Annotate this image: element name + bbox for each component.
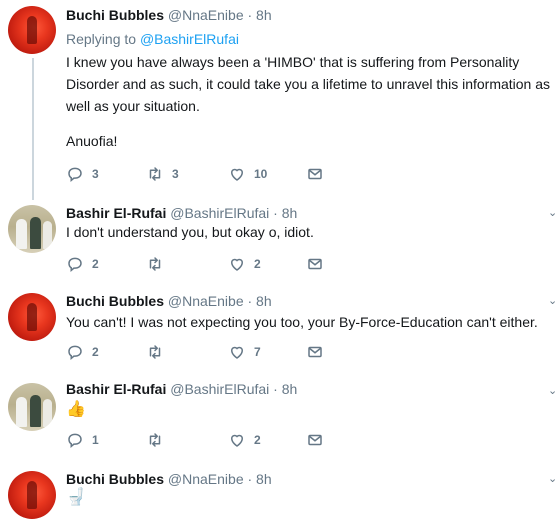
tweet-text: 🚽 <box>66 489 86 506</box>
like-button[interactable]: 10 <box>228 165 267 183</box>
reply-icon <box>68 167 82 183</box>
like-icon <box>230 258 244 271</box>
author-handle[interactable]: @BashirElRufai <box>170 205 269 221</box>
timestamp[interactable]: · 8h <box>273 205 297 221</box>
author-name[interactable]: Buchi Bubbles <box>66 7 164 23</box>
like-icon <box>230 168 244 181</box>
timestamp[interactable]: · 8h <box>273 381 297 397</box>
direct-message-icon <box>308 346 322 358</box>
reply-count: 2 <box>92 257 99 271</box>
like-count: 10 <box>254 167 268 181</box>
tweet-actions: 3 3 10 <box>66 165 336 185</box>
like-icon <box>230 346 244 359</box>
direct-message-button[interactable] <box>306 343 332 361</box>
direct-message-button[interactable] <box>306 431 332 449</box>
thread-line <box>32 58 34 200</box>
tweet[interactable]: Buchi Bubbles @NnaEnibe · 8h ⌄ 🚽 <box>0 466 558 522</box>
tweet-header: Buchi Bubbles @NnaEnibe · 8h <box>66 6 272 24</box>
tweet-header: Bashir El-Rufai @BashirElRufai · 8h <box>66 380 297 398</box>
reply-button[interactable]: 1 <box>66 431 99 449</box>
replying-to: Replying to @BashirElRufai <box>66 30 239 48</box>
like-button[interactable]: 7 <box>228 343 261 361</box>
tweet[interactable]: Bashir El-Rufai @BashirElRufai · 8h ⌄ I … <box>0 200 558 288</box>
author-name[interactable]: Buchi Bubbles <box>66 471 164 487</box>
tweet[interactable]: Buchi Bubbles @NnaEnibe · 8h Replying to… <box>0 0 558 200</box>
tweet-actions: 1 2 <box>66 431 336 451</box>
reply-icon <box>68 257 82 273</box>
caret-down-icon[interactable]: ⌄ <box>548 472 557 485</box>
retweet-icon <box>149 345 161 359</box>
retweet-count: 3 <box>172 167 179 181</box>
retweet-icon <box>149 433 161 447</box>
tweet-actions: 2 2 <box>66 255 336 275</box>
like-count: 7 <box>254 345 261 359</box>
like-icon <box>230 434 244 447</box>
caret-down-icon[interactable]: ⌄ <box>548 384 557 397</box>
direct-message-button[interactable] <box>306 255 332 273</box>
caret-down-icon[interactable]: ⌄ <box>548 206 557 219</box>
timestamp[interactable]: · 8h <box>248 293 272 309</box>
reply-count: 1 <box>92 433 99 447</box>
retweet-button[interactable]: 3 <box>146 165 179 183</box>
tweet-text-line2: Anuofia! <box>66 133 118 149</box>
retweet-button[interactable] <box>146 255 172 273</box>
author-handle[interactable]: @BashirElRufai <box>170 381 269 397</box>
tweet-header: Buchi Bubbles @NnaEnibe · 8h <box>66 292 272 310</box>
retweet-button[interactable] <box>146 431 172 449</box>
retweet-icon <box>149 257 161 271</box>
replying-to-link[interactable]: @BashirElRufai <box>140 31 239 47</box>
tweet-text: 👍 <box>66 401 86 418</box>
avatar[interactable] <box>8 293 56 341</box>
caret-down-icon[interactable]: ⌄ <box>548 294 557 307</box>
author-name[interactable]: Buchi Bubbles <box>66 293 164 309</box>
tweet-actions: 2 7 <box>66 343 336 363</box>
avatar[interactable] <box>8 205 56 253</box>
reply-icon <box>68 345 82 361</box>
tweet[interactable]: Bashir El-Rufai @BashirElRufai · 8h ⌄ 👍 … <box>0 378 558 466</box>
avatar[interactable] <box>8 383 56 431</box>
author-name[interactable]: Bashir El-Rufai <box>66 205 166 221</box>
direct-message-icon <box>308 168 322 180</box>
replying-to-label: Replying to <box>66 31 137 47</box>
direct-message-icon <box>308 258 322 270</box>
avatar[interactable] <box>8 6 56 54</box>
author-handle[interactable]: @NnaEnibe <box>168 7 244 23</box>
like-count: 2 <box>254 257 261 271</box>
tweet[interactable]: Buchi Bubbles @NnaEnibe · 8h ⌄ You can't… <box>0 288 558 378</box>
tweet-header: Bashir El-Rufai @BashirElRufai · 8h <box>66 204 297 222</box>
reply-button[interactable]: 2 <box>66 255 99 273</box>
direct-message-button[interactable] <box>306 165 332 183</box>
direct-message-icon <box>308 434 322 446</box>
timestamp[interactable]: · 8h <box>248 7 272 23</box>
tweet-text: I knew you have always been a 'HIMBO' th… <box>66 54 551 114</box>
author-handle[interactable]: @NnaEnibe <box>168 471 244 487</box>
timestamp[interactable]: · 8h <box>248 471 272 487</box>
tweet-text: I don't understand you, but okay o, idio… <box>66 224 314 240</box>
reply-count: 3 <box>92 167 99 181</box>
retweet-button[interactable] <box>146 343 172 361</box>
author-name[interactable]: Bashir El-Rufai <box>66 381 166 397</box>
like-count: 2 <box>254 433 261 447</box>
reply-count: 2 <box>92 345 99 359</box>
reply-button[interactable]: 2 <box>66 343 99 361</box>
tweet-text: You can't! I was not expecting you too, … <box>66 314 538 330</box>
retweet-icon <box>149 167 161 181</box>
avatar[interactable] <box>8 471 56 519</box>
tweet-header: Buchi Bubbles @NnaEnibe · 8h <box>66 470 272 488</box>
reply-button[interactable]: 3 <box>66 165 99 183</box>
author-handle[interactable]: @NnaEnibe <box>168 293 244 309</box>
like-button[interactable]: 2 <box>228 431 261 449</box>
like-button[interactable]: 2 <box>228 255 261 273</box>
reply-icon <box>68 433 82 449</box>
